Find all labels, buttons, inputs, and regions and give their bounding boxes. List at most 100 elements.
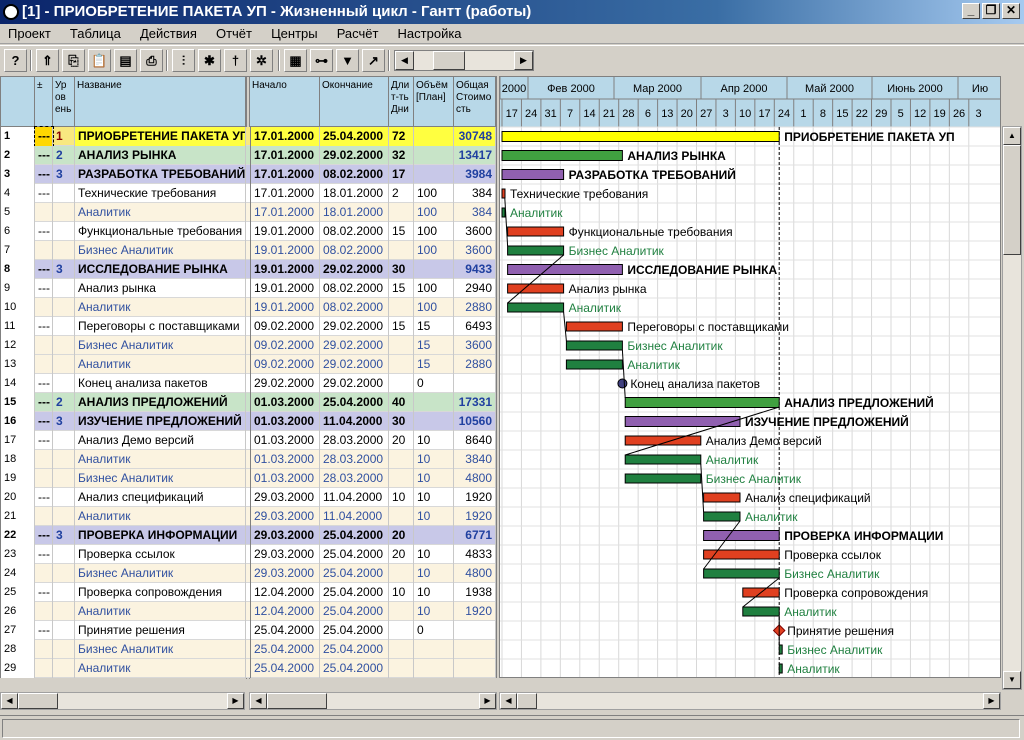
cell-vol[interactable] <box>414 526 454 545</box>
cell-name[interactable]: ПРИОБРЕТЕНИЕ ПАКЕТА УП <box>75 127 246 146</box>
cell-level[interactable] <box>53 317 75 336</box>
table-row[interactable]: 17 --- Анализ Демо версий 01.03.2000 28.03.2… <box>1 431 496 450</box>
cell-start[interactable]: 09.02.2000 <box>250 317 320 336</box>
cell-pm[interactable]: --- <box>35 374 53 393</box>
cell-num[interactable]: 18 <box>1 450 35 469</box>
cell-cost[interactable]: 6771 <box>454 526 496 545</box>
cell-level[interactable]: 3 <box>53 412 75 431</box>
cell-level[interactable] <box>53 298 75 317</box>
cell-name[interactable]: Анализ Демо версий <box>75 431 246 450</box>
cell-end[interactable]: 25.04.2000 <box>320 545 389 564</box>
cell-vol[interactable]: 10 <box>414 488 454 507</box>
cell-num[interactable]: 29 <box>1 659 35 678</box>
cell-cost[interactable]: 4800 <box>454 564 496 583</box>
cell-end[interactable]: 29.02.2000 <box>320 374 389 393</box>
cell-cost[interactable]: 1920 <box>454 602 496 621</box>
scroll-right-icon[interactable]: ▶ <box>514 51 533 70</box>
cell-start[interactable]: 17.01.2000 <box>250 203 320 222</box>
table-row[interactable]: 19 Бизнес Аналитик 01.03.2000 28.03.2000 10 4… <box>1 469 496 488</box>
cell-start[interactable]: 01.03.2000 <box>250 431 320 450</box>
cell-end[interactable]: 08.02.2000 <box>320 298 389 317</box>
cell-cost[interactable]: 2880 <box>454 355 496 374</box>
menu-project[interactable]: Проект <box>0 24 59 43</box>
cell-name[interactable]: Аналитик <box>75 602 246 621</box>
menu-centers[interactable]: Центры <box>263 24 326 43</box>
cell-cost[interactable] <box>454 659 496 678</box>
scroll-left-icon[interactable]: ◀ <box>500 693 517 709</box>
cell-end[interactable]: 25.04.2000 <box>320 526 389 545</box>
cell-level[interactable] <box>53 203 75 222</box>
cell-vol[interactable]: 15 <box>414 336 454 355</box>
scroll-thumb[interactable] <box>267 693 327 709</box>
cell-level[interactable]: 2 <box>53 146 75 165</box>
column-header-pm[interactable]: ± <box>35 77 53 127</box>
cell-name[interactable]: Бизнес Аналитик <box>75 564 246 583</box>
cell-start[interactable]: 29.02.2000 <box>250 374 320 393</box>
scroll-left-icon[interactable]: ◀ <box>395 51 414 70</box>
table-row[interactable]: 25 --- Проверка сопровождения 12.04.2000 25.… <box>1 583 496 602</box>
cell-end[interactable]: 25.04.2000 <box>320 127 389 146</box>
menu-table[interactable]: Таблица <box>62 24 129 43</box>
chart-button[interactable]: ↗ <box>362 49 385 72</box>
cell-end[interactable]: 29.02.2000 <box>320 355 389 374</box>
cell-dur[interactable]: 15 <box>389 279 414 298</box>
table-row[interactable]: 2 --- 2 АНАЛИЗ РЫНКА 17.01.2000 29.02.2000 32 1… <box>1 146 496 165</box>
cell-name[interactable]: АНАЛИЗ РЫНКА <box>75 146 246 165</box>
cell-start[interactable]: 01.03.2000 <box>250 393 320 412</box>
cell-level[interactable] <box>53 336 75 355</box>
cell-num[interactable]: 26 <box>1 602 35 621</box>
cell-start[interactable]: 19.01.2000 <box>250 222 320 241</box>
cell-vol[interactable] <box>414 127 454 146</box>
cell-end[interactable]: 25.04.2000 <box>320 640 389 659</box>
save-all-button[interactable]: ▤ <box>114 49 137 72</box>
cell-name[interactable]: Бизнес Аналитик <box>75 336 246 355</box>
cell-dur[interactable]: 15 <box>389 222 414 241</box>
cell-vol[interactable]: 10 <box>414 507 454 526</box>
cell-vol[interactable]: 10 <box>414 602 454 621</box>
grid-hscroll-left[interactable]: ◀ ▶ <box>0 692 245 710</box>
cell-vol[interactable]: 100 <box>414 184 454 203</box>
table-row[interactable]: 7 Бизнес Аналитик 19.01.2000 08.02.2000 100 3… <box>1 241 496 260</box>
cell-cost[interactable]: 2940 <box>454 279 496 298</box>
cell-end[interactable]: 18.01.2000 <box>320 203 389 222</box>
column-header-num[interactable] <box>1 77 35 127</box>
cell-dur[interactable] <box>389 374 414 393</box>
close-button[interactable]: ✕ <box>1002 3 1020 19</box>
cell-name[interactable]: РАЗРАБОТКА ТРЕБОВАНИЙ <box>75 165 246 184</box>
cell-vol[interactable] <box>414 640 454 659</box>
cell-dur[interactable]: 10 <box>389 583 414 602</box>
cell-vol[interactable]: 15 <box>414 355 454 374</box>
cell-dur[interactable] <box>389 602 414 621</box>
cell-level[interactable] <box>53 450 75 469</box>
cell-cost[interactable] <box>454 640 496 659</box>
cell-cost[interactable]: 10560 <box>454 412 496 431</box>
cell-dur[interactable] <box>389 298 414 317</box>
cell-num[interactable]: 12 <box>1 336 35 355</box>
cell-dur[interactable]: 10 <box>389 488 414 507</box>
cell-start[interactable]: 19.01.2000 <box>250 241 320 260</box>
cell-num[interactable]: 3 <box>1 165 35 184</box>
table-row[interactable]: 16 --- 3 ИЗУЧЕНИЕ ПРЕДЛОЖЕНИЙ 01.03.2000 11.0… <box>1 412 496 431</box>
column-header-end[interactable]: Окончание <box>320 77 389 127</box>
cell-level[interactable] <box>53 564 75 583</box>
cell-level[interactable]: 3 <box>53 526 75 545</box>
cell-end[interactable]: 11.04.2000 <box>320 412 389 431</box>
cell-cost[interactable]: 6493 <box>454 317 496 336</box>
minimize-button[interactable]: _ <box>962 3 980 19</box>
cell-cost[interactable]: 30748 <box>454 127 496 146</box>
cell-end[interactable]: 25.04.2000 <box>320 564 389 583</box>
cell-num[interactable]: 4 <box>1 184 35 203</box>
cell-dur[interactable] <box>389 241 414 260</box>
cell-num[interactable]: 16 <box>1 412 35 431</box>
cell-name[interactable]: Бизнес Аналитик <box>75 640 246 659</box>
table-row[interactable]: 11 --- Переговоры с поставщиками 09.02.2000… <box>1 317 496 336</box>
table-row[interactable]: 4 --- Технические требования 17.01.2000 18.0… <box>1 184 496 203</box>
cell-end[interactable]: 25.04.2000 <box>320 621 389 640</box>
cell-vol[interactable]: 100 <box>414 279 454 298</box>
cell-pm[interactable]: --- <box>34 126 54 147</box>
cell-cost[interactable] <box>454 621 496 640</box>
cell-vol[interactable] <box>414 146 454 165</box>
cell-name[interactable]: ИССЛЕДОВАНИЕ РЫНКА <box>75 260 246 279</box>
cell-name[interactable]: Конец анализа пакетов <box>75 374 246 393</box>
cell-num[interactable]: 11 <box>1 317 35 336</box>
